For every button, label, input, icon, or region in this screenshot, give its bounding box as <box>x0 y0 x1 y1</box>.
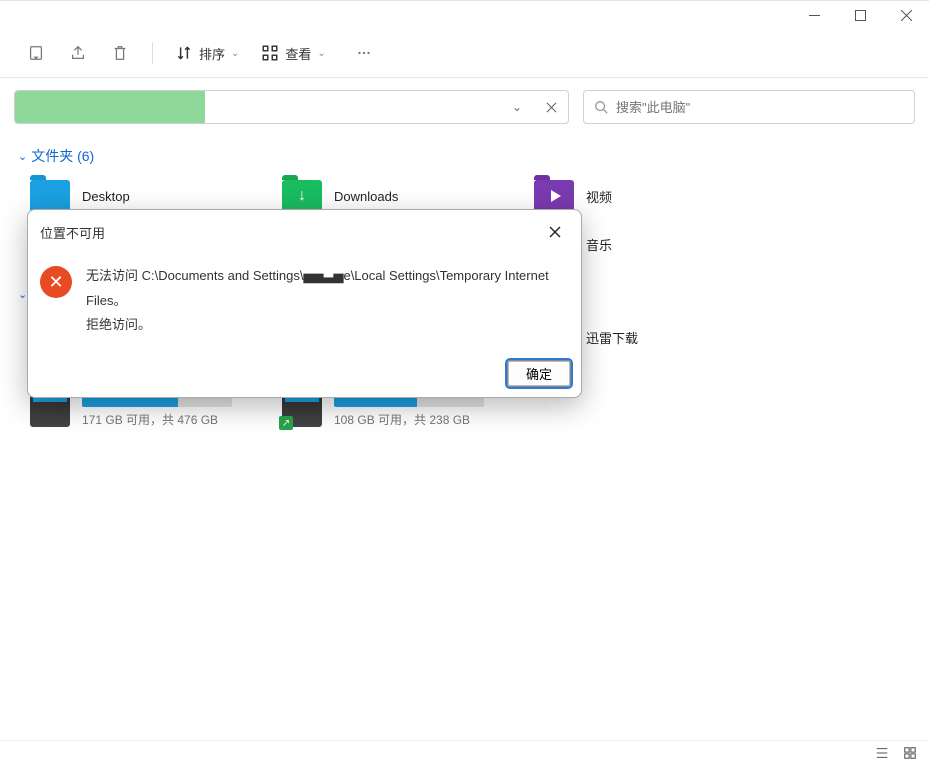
dialog-ok-button[interactable]: 确定 <box>507 360 571 387</box>
close-icon <box>549 226 561 238</box>
download-folder-icon <box>282 180 322 212</box>
chevron-down-icon: ⌄ <box>18 288 27 301</box>
sort-label: 排序 <box>199 44 225 63</box>
window-titlebar <box>0 1 929 29</box>
error-icon: ✕ <box>40 266 72 298</box>
search-icon <box>594 100 608 114</box>
dialog-close-button[interactable] <box>541 218 569 246</box>
folder-label: 迅雷下载 <box>586 328 638 347</box>
error-dialog: 位置不可用 ✕ 无法访问 C:\Documents and Settings\▅… <box>27 209 582 398</box>
window-maximize-button[interactable] <box>837 1 883 29</box>
chevron-down-icon: ⌄ <box>512 100 522 114</box>
status-bar <box>0 740 929 764</box>
window-close-button[interactable] <box>883 1 929 29</box>
drive-free-text: 171 GB 可用，共 476 GB <box>82 411 282 428</box>
toolbar-divider <box>152 42 153 64</box>
folder-label: 音乐 <box>586 235 612 254</box>
drive-item[interactable]: ↗ 108 GB 可用，共 238 GB <box>282 393 534 428</box>
folder-label: Desktop <box>82 189 130 204</box>
folder-icon <box>30 180 70 212</box>
address-row: ⌄ <box>0 78 929 136</box>
drives-row: 171 GB 可用，共 476 GB ↗ 108 GB 可用，共 238 GB <box>16 393 913 428</box>
dialog-title: 位置不可用 <box>40 223 105 242</box>
folders-section-title: 文件夹 (6) <box>31 146 94 166</box>
view-details-button[interactable] <box>871 744 893 762</box>
share-button[interactable] <box>62 37 94 69</box>
search-box[interactable] <box>583 90 915 124</box>
chevron-down-icon: ⌄ <box>317 48 325 59</box>
toolbar: 排序 ⌄ 查看 ⌄ <box>0 29 929 77</box>
address-progress-fill <box>15 91 205 123</box>
drive-icon <box>30 395 70 427</box>
share-overlay-icon: ↗ <box>279 416 293 430</box>
dialog-message-line2: 拒绝访问。 <box>86 313 565 338</box>
video-folder-icon <box>534 180 574 212</box>
view-grid-button[interactable] <box>899 744 921 762</box>
drive-free-text: 108 GB 可用，共 238 GB <box>334 411 534 428</box>
dialog-message-line1: 无法访问 C:\Documents and Settings\▅▅▃▅e\Loc… <box>86 264 565 313</box>
chevron-down-icon: ⌄ <box>231 48 239 59</box>
address-dropdown-button[interactable]: ⌄ <box>500 91 534 123</box>
window-minimize-button[interactable] <box>791 1 837 29</box>
dialog-text: 无法访问 C:\Documents and Settings\▅▅▃▅e\Loc… <box>86 264 565 338</box>
folder-label: Downloads <box>334 189 398 204</box>
view-label: 查看 <box>285 44 311 63</box>
new-folder-button[interactable] <box>20 37 52 69</box>
folders-section-header[interactable]: ⌄ 文件夹 (6) <box>16 142 913 176</box>
search-input[interactable] <box>616 100 904 115</box>
sort-button[interactable]: 排序 ⌄ <box>169 40 245 67</box>
chevron-down-icon: ⌄ <box>18 150 27 163</box>
more-button[interactable] <box>348 37 380 69</box>
folder-label: 视频 <box>586 187 612 206</box>
view-button[interactable]: 查看 ⌄ <box>255 40 331 67</box>
delete-button[interactable] <box>104 37 136 69</box>
address-bar[interactable]: ⌄ <box>14 90 569 124</box>
address-stop-button[interactable] <box>534 91 568 123</box>
drive-item[interactable]: 171 GB 可用，共 476 GB <box>30 393 282 428</box>
drive-icon: ↗ <box>282 395 322 427</box>
